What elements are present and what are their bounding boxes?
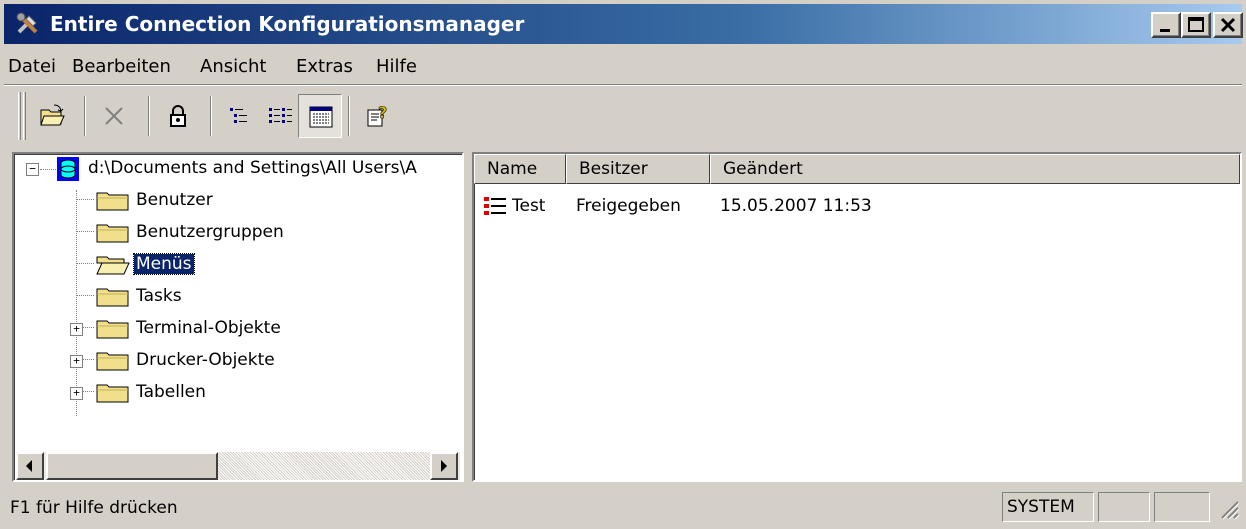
tree-root[interactable]: − d:\Documents and Settings\All Users\A <box>14 154 462 184</box>
view-list-button[interactable] <box>258 94 302 138</box>
minimize-icon <box>1160 29 1170 32</box>
list-cell-owner: Freigegeben <box>576 196 681 216</box>
scroll-left-button[interactable] <box>16 452 44 480</box>
help-button[interactable]: ? <box>356 94 400 138</box>
scroll-thumb[interactable] <box>46 452 218 480</box>
column-header-name[interactable]: Name <box>474 154 566 184</box>
close-button[interactable] <box>1213 12 1243 38</box>
lock-icon <box>170 105 186 127</box>
database-icon <box>57 157 79 181</box>
status-bar: F1 für Hilfe drücken SYSTEM <box>4 488 1242 526</box>
expand-toggle[interactable]: + <box>70 387 83 400</box>
svg-text:?: ? <box>378 103 387 122</box>
folder-icon <box>96 384 129 403</box>
tree-item-label: Tabellen <box>136 382 206 402</box>
toolbar-grip-2 <box>23 92 26 140</box>
folder-icon <box>96 352 129 371</box>
folder-icon <box>96 224 129 243</box>
tree-item-tasks[interactable]: Tasks <box>14 282 462 312</box>
arrow-right-icon <box>441 460 447 472</box>
menu-bearbeiten[interactable]: Bearbeiten <box>72 56 171 77</box>
tree-item-label: Terminal-Objekte <box>136 318 281 338</box>
expand-toggle[interactable]: + <box>70 355 83 368</box>
scroll-right-button[interactable] <box>430 452 458 480</box>
view-tree-icon <box>230 108 247 123</box>
column-header-geaendert[interactable]: Geändert <box>710 154 1240 184</box>
tree-view[interactable]: − d:\Documents and Settings\All Users\A … <box>12 152 464 482</box>
view-list-icon <box>269 108 292 123</box>
open-button[interactable] <box>30 94 74 138</box>
toolbar: ? <box>4 88 1242 148</box>
help-icon: ? <box>367 103 388 127</box>
close-icon <box>1220 17 1236 33</box>
collapse-toggle[interactable]: − <box>26 163 39 176</box>
tree-item-benutzer[interactable]: Benutzer <box>14 186 462 216</box>
folder-icon <box>96 192 129 211</box>
view-tree-button[interactable] <box>218 94 262 138</box>
tree-item-label: Tasks <box>136 286 182 306</box>
open-folder-icon <box>40 104 65 126</box>
status-panel-3 <box>1154 492 1210 522</box>
tree-item-drucker-objekte[interactable]: + Drucker-Objekte <box>14 346 462 376</box>
folder-icon <box>96 320 129 339</box>
column-header-besitzer[interactable]: Besitzer <box>566 154 710 184</box>
menu-hilfe[interactable]: Hilfe <box>376 56 417 77</box>
tree-item-label: Menüs <box>133 253 195 275</box>
maximize-icon <box>1188 17 1204 32</box>
status-panel-user: SYSTEM <box>1002 492 1094 522</box>
tree-item-menus[interactable]: Menüs <box>14 250 462 280</box>
tree-item-terminal-objekte[interactable]: + Terminal-Objekte <box>14 314 462 344</box>
menu-bar: Datei Bearbeiten Ansicht Extras Hilfe <box>4 48 1242 84</box>
view-details-button[interactable] <box>298 94 342 138</box>
menu-separator <box>4 84 1242 86</box>
resize-grip-icon[interactable] <box>1216 496 1240 520</box>
list-cell-name: Test <box>512 196 546 216</box>
menu-list-icon <box>484 197 506 215</box>
tree-item-label: Benutzergruppen <box>136 222 284 242</box>
arrow-left-icon <box>26 460 32 472</box>
delete-icon <box>105 107 123 125</box>
status-panel-2 <box>1098 492 1150 522</box>
tools-icon <box>16 12 38 34</box>
tree-horizontal-scrollbar[interactable] <box>16 452 460 480</box>
tree-item-label: Benutzer <box>136 190 213 210</box>
tree-item-benutzergruppen[interactable]: Benutzergruppen <box>14 218 462 248</box>
menu-datei[interactable]: Datei <box>8 56 56 77</box>
open-folder-icon <box>96 256 130 275</box>
minimize-button[interactable] <box>1151 12 1181 38</box>
list-view[interactable]: Name Besitzer Geändert Test Freigegeben … <box>472 152 1242 482</box>
expand-toggle[interactable]: + <box>70 323 83 336</box>
toolbar-grip[interactable] <box>18 92 21 140</box>
menu-ansicht[interactable]: Ansicht <box>200 56 266 77</box>
view-details-icon <box>309 106 333 128</box>
title-bar[interactable]: Entire Connection Konfigurationsmanager <box>4 4 1243 44</box>
menu-extras[interactable]: Extras <box>296 56 353 77</box>
delete-button[interactable] <box>92 94 136 138</box>
tree-item-label: Drucker-Objekte <box>136 350 275 370</box>
lock-button[interactable] <box>156 94 200 138</box>
list-cell-modified: 15.05.2007 11:53 <box>720 196 872 216</box>
tree-item-tabellen[interactable]: + Tabellen <box>14 378 462 408</box>
maximize-button[interactable] <box>1181 12 1211 38</box>
app-window: Entire Connection Konfigurationsmanager … <box>0 0 1246 529</box>
window-title: Entire Connection Konfigurationsmanager <box>50 12 525 36</box>
status-text: F1 für Hilfe drücken <box>10 498 178 518</box>
folder-icon <box>96 288 129 307</box>
scroll-track[interactable] <box>218 452 430 480</box>
tree-root-label: d:\Documents and Settings\All Users\A <box>88 158 417 178</box>
